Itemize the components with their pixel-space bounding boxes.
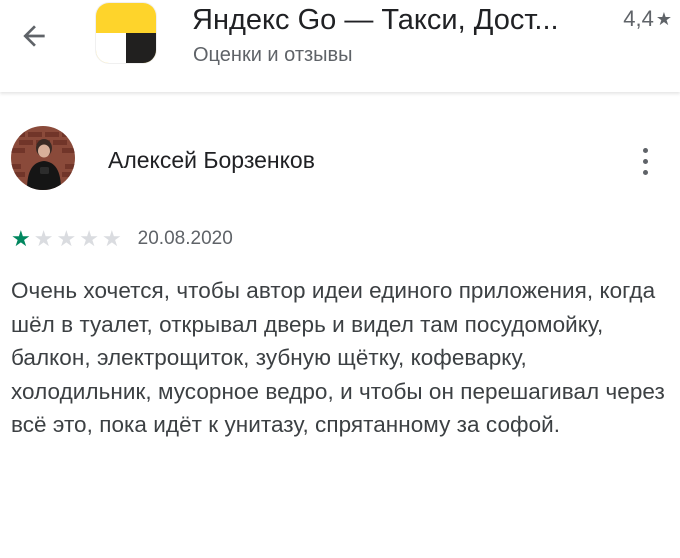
back-button[interactable] [14,16,54,56]
more-vert-icon [642,147,648,153]
star-empty-icon: ★ [79,226,99,251]
more-options-button[interactable] [630,140,660,182]
yandex-go-logo-icon [96,3,156,63]
review-text: Очень хочется, чтобы автор идеи единого … [11,278,665,437]
review-author-name: Алексей Борзенков [108,147,315,173]
user-photo-icon [11,126,75,190]
star-empty-icon: ★ [101,226,122,251]
app-rating: 4,4 ★ [623,6,672,32]
star-filled-icon: ★ [11,226,31,251]
rating-star-icon: ★ [655,8,672,29]
app-rating-value: 4,4 [623,6,654,31]
review-star-rating: ★ ★ ★ ★ ★ [11,228,122,250]
star-empty-icon: ★ [56,226,77,251]
app-header: Яндекс Go — Такси, Дост... Оценки и отзы… [0,0,680,92]
avatar [11,126,75,190]
arrow-back-icon [23,25,45,47]
review-date: 20.08.2020 [137,228,233,249]
app-icon [96,3,156,63]
more-vert-dot [642,169,648,175]
app-title: Яндекс Go — Такси, Дост... [192,4,559,36]
page-subtitle: Оценки и отзывы [193,44,353,66]
review-rating-row: ★ ★ ★ ★ ★ 20.08.2020 [11,228,233,250]
more-vert-dot [642,158,648,164]
star-empty-icon: ★ [33,226,54,251]
